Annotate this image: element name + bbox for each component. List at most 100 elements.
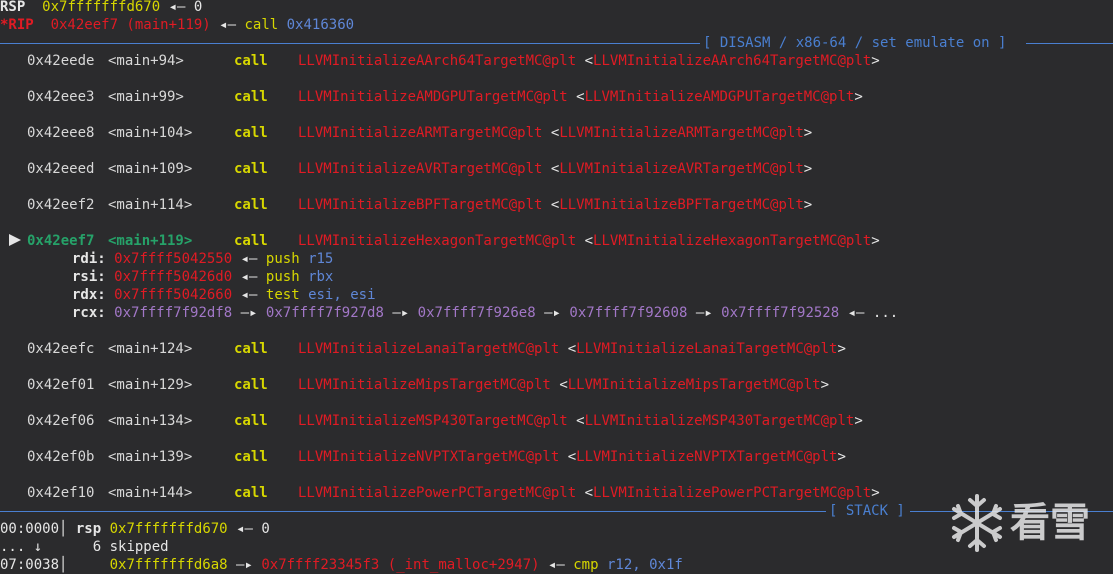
arg-value: 0x7ffff5042660 <box>114 287 233 303</box>
instruction-address: 0x42eede <box>27 53 95 69</box>
call-target: LLVMInitializeMSP430TargetMC@plt <box>298 413 568 429</box>
register-rip-line: *RIP 0x42eef7 (main+119) ◂— call 0x41636… <box>0 16 354 34</box>
mnemonic: cmp <box>573 557 599 573</box>
mnemonic: push <box>265 251 300 267</box>
disasm-row[interactable]: 0x42ef01 <main+129> call LLVMInitializeMips… <box>0 376 829 394</box>
call-target: LLVMInitializeARMTargetMC@plt <box>298 125 543 141</box>
pointer-arrow: —▸ <box>236 557 253 573</box>
mnemonic: call <box>234 125 268 141</box>
pointer-arrow: ◂— <box>240 251 258 267</box>
instruction-offset: <main+129> <box>108 377 193 393</box>
pointer-chain-value: 0x7ffff7f92528 <box>721 305 840 321</box>
symbol-reference: <LLVMInitializePowerPCTargetMC@plt> <box>584 485 880 501</box>
instruction-offset: <main+144> <box>108 485 193 501</box>
chain-arrow: —▸ <box>240 305 258 321</box>
instruction-address: 0x42eef7 <box>27 233 95 249</box>
instruction-offset: <main+109> <box>108 161 193 177</box>
arg-rdx-line: rdx: 0x7ffff5042660 ◂— test esi, esi <box>72 286 376 304</box>
symbol-reference: <LLVMInitializeAVRTargetMC@plt> <box>550 161 813 177</box>
stack-index: 00:0000│ <box>0 521 68 537</box>
mnemonic: call <box>234 485 268 501</box>
disasm-row[interactable]: 0x42eefc <main+124> call LLVMInitializeLana… <box>0 340 846 358</box>
instruction-offset: <main+114> <box>108 197 193 213</box>
pointer-chain-value: 0x7ffff7f92608 <box>569 305 688 321</box>
disasm-row[interactable]: 0x42ef06 <main+134> call LLVMInitializeMSP4… <box>0 412 863 430</box>
instruction-address: 0x42eee8 <box>27 125 95 141</box>
pointer-arrow: ◂— <box>240 269 258 285</box>
pointer-chain-value: 0x7ffff7f927d8 <box>265 305 384 321</box>
arg-value: 0x7ffff50426d0 <box>114 269 233 285</box>
call-target: LLVMInitializeBPFTargetMC@plt <box>298 197 543 213</box>
stack-row-skipped: ... ↓ 6 skipped <box>0 538 169 556</box>
instruction-address: 0x42ef10 <box>27 485 95 501</box>
arg-rdi-line: rdi: 0x7ffff5042550 ◂— push r15 <box>72 250 333 268</box>
disasm-row[interactable]: 0x42ef0b <main+139> call LLVMInitializeNVPT… <box>0 448 846 466</box>
stack-value: 0x7fffffffd670 <box>109 521 228 537</box>
instruction-offset: <main+139> <box>108 449 193 465</box>
stack-row[interactable]: 00:0000│ rsp 0x7fffffffd670 ◂— 0 <box>0 520 270 538</box>
operand: r15 <box>308 251 334 267</box>
symbol-reference: <LLVMInitializeNVPTXTargetMC@plt> <box>567 449 846 465</box>
symbol-reference: <LLVMInitializeARMTargetMC@plt> <box>550 125 813 141</box>
separator-rule <box>0 43 700 44</box>
instruction-offset: <main+119> <box>108 233 193 249</box>
symbol-reference: <LLVMInitializeLanaiTargetMC@plt> <box>567 341 846 357</box>
mnemonic: test <box>265 287 300 303</box>
register-value: 0x42eef7 (main+119) <box>50 17 211 33</box>
disasm-row-current[interactable]: 0x42eef7 <main+119> call LLVMInitializeHexa… <box>0 232 880 250</box>
operand: esi, <box>308 287 342 303</box>
stack-pointer-target: 0x7ffff23345f3 (_int_malloc+2947) <box>261 557 540 573</box>
stack-value: 0x7fffffffd6a8 <box>109 557 228 573</box>
instruction-offset: <main+104> <box>108 125 193 141</box>
symbol-reference: <LLVMInitializeBPFTargetMC@plt> <box>550 197 813 213</box>
arg-register: rdx: <box>72 287 106 303</box>
mnemonic: call <box>244 17 279 33</box>
disasm-row[interactable]: 0x42eede <main+94> call LLVMInitializeAArch… <box>0 52 880 70</box>
call-target: LLVMInitializePowerPCTargetMC@plt <box>298 485 577 501</box>
stack-row[interactable]: 07:0038│ 0x7fffffffd6a8 —▸ 0x7ffff23345f… <box>0 556 683 574</box>
mnemonic: call <box>234 449 268 465</box>
disasm-row[interactable]: 0x42ef10 <main+144> call LLVMInitializePowe… <box>0 484 880 502</box>
call-target: LLVMInitializeHexagonTargetMC@plt <box>298 233 577 249</box>
instruction-address: 0x42eee3 <box>27 89 95 105</box>
mnemonic: call <box>234 233 268 249</box>
call-target: LLVMInitializeLanaiTargetMC@plt <box>298 341 560 357</box>
disasm-row[interactable]: 0x42eef2 <main+114> call LLVMInitializeBPFT… <box>0 196 812 214</box>
instruction-address: 0x42eeed <box>27 161 95 177</box>
stack-register: rsp <box>75 521 102 537</box>
symbol-reference: <LLVMInitializeAArch64TargetMC@plt> <box>584 53 880 69</box>
operand: esi <box>350 287 376 303</box>
chain-arrow: —▸ <box>392 305 410 321</box>
separator-rule <box>0 511 826 512</box>
kanxue-watermark: 看雪 <box>946 492 1106 554</box>
disasm-row[interactable]: 0x42eee3 <main+99> call LLVMInitializeAMDGP… <box>0 88 863 106</box>
chain-tail: ◂— ... <box>847 305 899 321</box>
arg-rcx-line: rcx: 0x7ffff7f92df8 —▸ 0x7ffff7f927d8 —▸… <box>72 304 898 322</box>
call-target: LLVMInitializeAMDGPUTargetMC@plt <box>298 89 568 105</box>
register-rsp-line: RSP 0x7fffffffd670 ◂— 0 <box>0 0 202 16</box>
instruction-address: 0x42ef06 <box>27 413 95 429</box>
stack-index: ... ↓ <box>0 539 43 555</box>
skipped-text: 6 skipped <box>92 539 169 555</box>
pointer-chain-value: 0x7ffff7f92df8 <box>114 305 233 321</box>
mnemonic: call <box>234 413 268 429</box>
disasm-row[interactable]: 0x42eee8 <main+104> call LLVMInitializeARMT… <box>0 124 812 142</box>
pointer-arrow: ◂— <box>240 287 258 303</box>
arg-rsi-line: rsi: 0x7ffff50426d0 ◂— push rbx <box>72 268 333 286</box>
mnemonic: call <box>234 197 268 213</box>
call-target: 0x416360 <box>286 17 355 33</box>
mnemonic: call <box>234 341 268 357</box>
register-name: RSP <box>0 0 26 15</box>
instruction-address: 0x42ef01 <box>27 377 95 393</box>
disasm-row[interactable]: 0x42eeed <main+109> call LLVMInitializeAVRT… <box>0 160 812 178</box>
watermark-text: 看雪 <box>1010 500 1090 546</box>
instruction-offset: <main+124> <box>108 341 193 357</box>
chain-arrow: —▸ <box>695 305 713 321</box>
symbol-reference: <LLVMInitializeMipsTargetMC@plt> <box>559 377 830 393</box>
operand: rbx <box>308 269 334 285</box>
call-target: LLVMInitializeAArch64TargetMC@plt <box>298 53 577 69</box>
instruction-offset: <main+94> <box>108 53 184 69</box>
pointer-arrow: ◂— <box>547 557 565 573</box>
register-value: 0x7fffffffd670 <box>42 0 161 15</box>
symbol-reference: <LLVMInitializeMSP430TargetMC@plt> <box>576 413 863 429</box>
